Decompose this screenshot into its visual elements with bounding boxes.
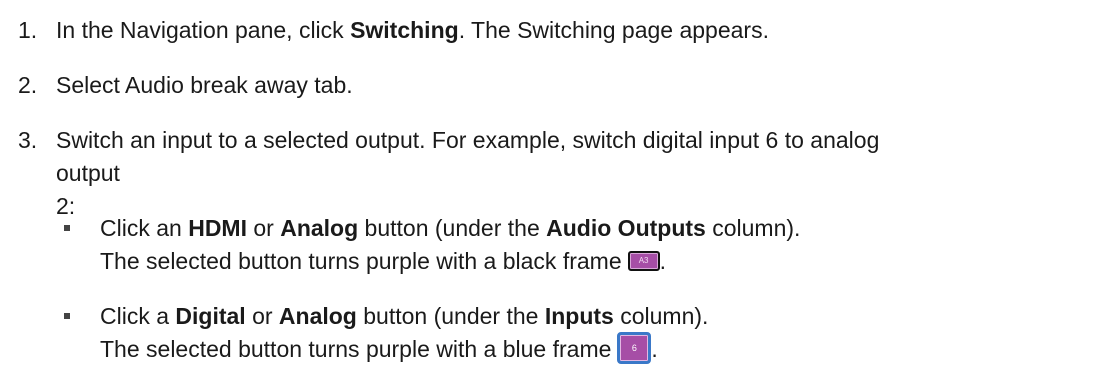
step-number: 1. [18, 17, 38, 43]
bullet-text-part: . [659, 248, 667, 274]
step-text: Select Audio break away tab. [56, 72, 353, 98]
bullet-text: Click an HDMI or Analog button (under th… [100, 212, 800, 245]
square-bullet-icon [64, 313, 70, 319]
bullet-text-part: The selected button turns purple with a … [100, 248, 622, 274]
step-number: 3. [18, 127, 38, 153]
step-text: In the Navigation pane, click Switching.… [56, 14, 769, 47]
bullet-text-part: The selected button turns purple with a … [100, 336, 612, 362]
bullet-bold-term: Analog [278, 303, 357, 329]
step-text-part: In the Navigation pane, click [56, 17, 351, 43]
bullet-text-part: or [246, 215, 281, 241]
step-text: Switch an input to a selected output. Fo… [56, 127, 880, 153]
step-text-part: . The Switching page appears. [458, 17, 769, 43]
bullet-text: Click a Digital or Analog button (under … [100, 300, 708, 333]
bullet-bold-term: HDMI [188, 215, 247, 241]
bullet-text: The selected button turns purple with a … [100, 245, 666, 278]
bullet-bold-term: Audio Outputs [546, 215, 706, 241]
bullet-text-part: . [651, 336, 658, 362]
bullet-text-part: button (under the [356, 303, 545, 329]
bullet-text-part: Click a [100, 303, 176, 329]
purple-button-black-frame-icon: A3 [627, 250, 660, 271]
bullet-text: The selected button turns purple with a … [100, 331, 658, 366]
step-bold-term: Switching [350, 17, 459, 43]
purple-button-blue-frame-icon: 6 [617, 331, 652, 364]
step-number: 2. [18, 72, 38, 98]
bullet-text-part: Click an [100, 215, 189, 241]
square-bullet-icon [64, 225, 70, 231]
bullet-bold-term: Inputs [544, 303, 614, 329]
bullet-text-part: or [245, 303, 279, 329]
bullet-bold-term: Analog [280, 215, 359, 241]
bullet-text-part: button (under the [358, 215, 547, 241]
bullet-bold-term: Digital [175, 303, 246, 329]
instruction-document: 1. In the Navigation pane, click Switchi… [0, 0, 1110, 380]
bullet-text-part: column). [705, 215, 801, 241]
bullet-text-part: column). [613, 303, 709, 329]
